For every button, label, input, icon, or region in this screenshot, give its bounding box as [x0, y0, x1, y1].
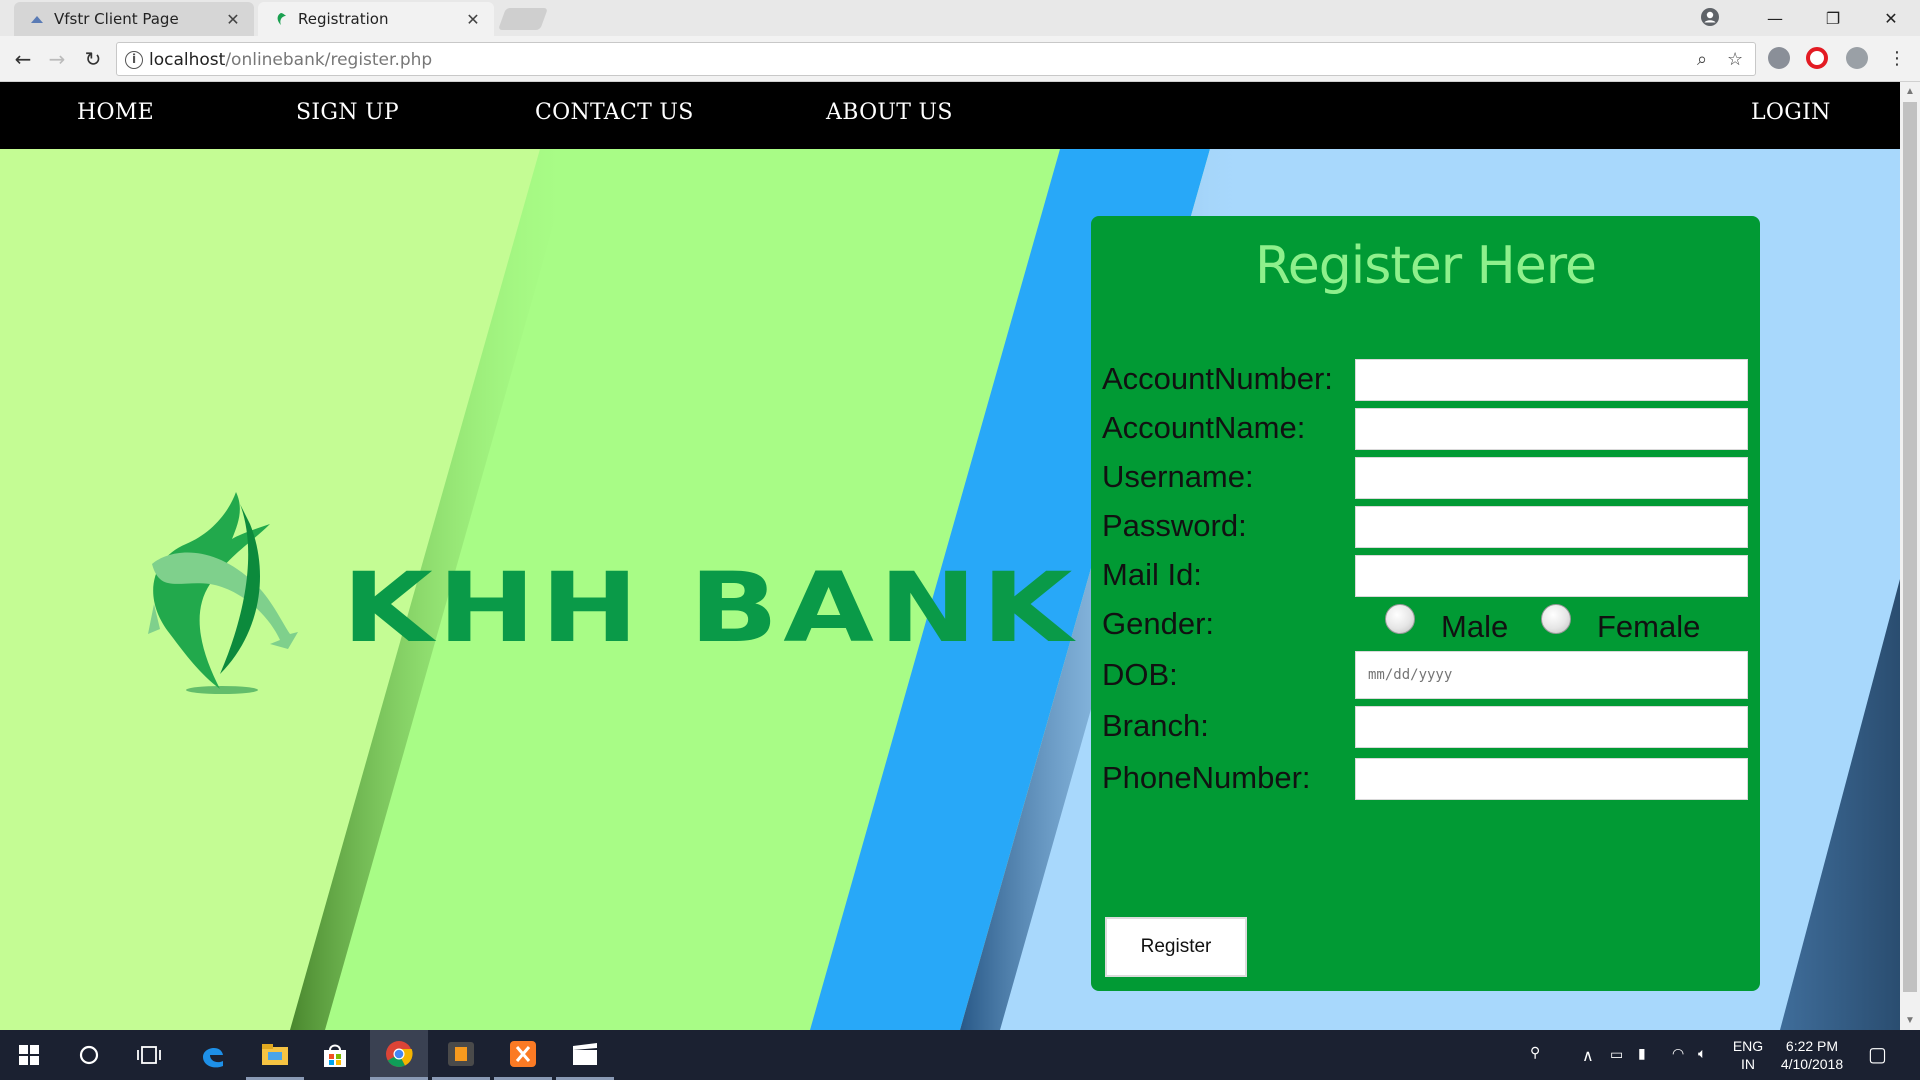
- gender-female-label: Female: [1597, 609, 1701, 644]
- password-input[interactable]: [1355, 506, 1748, 548]
- tab-close-icon[interactable]: ✕: [222, 10, 244, 29]
- task-view-icon[interactable]: [120, 1030, 178, 1080]
- phone-number-label: PhoneNumber:: [1102, 760, 1311, 795]
- address-bar-url: localhost/onlinebank/register.php: [149, 50, 433, 70]
- extension-icon[interactable]: [1768, 47, 1790, 69]
- bank-logo-emblem: [148, 492, 298, 694]
- store-icon[interactable]: [306, 1030, 364, 1080]
- browser-toolbar: ← → ↻ i localhost/onlinebank/register.ph…: [0, 36, 1920, 82]
- edge-browser-icon[interactable]: [184, 1030, 242, 1080]
- media-player-icon[interactable]: [556, 1030, 614, 1080]
- bank-logo-text: KHH BANK: [342, 552, 1078, 664]
- sublime-text-icon[interactable]: [432, 1030, 490, 1080]
- windows-start-icon[interactable]: [0, 1030, 58, 1080]
- gender-female-radio[interactable]: [1541, 604, 1571, 634]
- tab-close-icon[interactable]: ✕: [462, 10, 484, 29]
- account-name-input[interactable]: [1355, 408, 1748, 450]
- clock-date: 4/10/2018: [1780, 1056, 1844, 1072]
- scrollbar-thumb[interactable]: [1903, 102, 1917, 992]
- restore-icon[interactable]: ❐: [1804, 9, 1862, 28]
- branch-input[interactable]: [1355, 706, 1748, 748]
- nav-contact-us[interactable]: CONTACT US: [535, 100, 694, 125]
- opera-vpn-icon[interactable]: [1806, 47, 1828, 69]
- nav-home[interactable]: HOME: [77, 100, 154, 125]
- xampp-icon[interactable]: [494, 1030, 552, 1080]
- bank-favicon-icon: [277, 13, 286, 25]
- account-number-label: AccountNumber:: [1102, 361, 1333, 396]
- browser-tab-strip: Vfstr Client Page ✕ Registration ✕ — ❐ ✕: [0, 0, 1920, 36]
- site-favicon-icon: [31, 16, 43, 23]
- close-window-icon[interactable]: ✕: [1862, 9, 1920, 28]
- language-code: ENG: [1732, 1038, 1764, 1054]
- file-explorer-icon[interactable]: [246, 1030, 304, 1080]
- browser-tab-registration[interactable]: Registration ✕: [258, 2, 494, 36]
- password-label: Password:: [1102, 508, 1247, 543]
- menu-dots-icon[interactable]: ⋮: [1884, 46, 1910, 72]
- bookmark-star-icon[interactable]: ☆: [1727, 49, 1743, 70]
- nav-sign-up[interactable]: SIGN UP: [296, 100, 399, 125]
- registration-form: Register Here AccountNumber: AccountName…: [1091, 216, 1760, 991]
- battery-icon[interactable]: ▮: [1638, 1045, 1646, 1080]
- gender-male-label: Male: [1441, 609, 1509, 644]
- network-device-icon[interactable]: ▭: [1610, 1046, 1623, 1080]
- nav-login[interactable]: LOGIN: [1751, 100, 1831, 125]
- form-title: Register Here: [1255, 236, 1597, 296]
- nav-about-us[interactable]: ABOUT US: [826, 100, 953, 125]
- minimize-icon[interactable]: —: [1746, 9, 1804, 28]
- site-info-icon[interactable]: i: [125, 51, 143, 69]
- dob-label: DOB:: [1102, 657, 1178, 692]
- site-navbar: HOME SIGN UP CONTACT US ABOUT US LOGIN: [0, 82, 1900, 149]
- back-arrow-icon[interactable]: ←: [10, 46, 36, 72]
- register-button[interactable]: Register: [1105, 917, 1247, 977]
- cortana-icon[interactable]: [60, 1030, 118, 1080]
- branch-label: Branch:: [1102, 708, 1209, 743]
- account-number-input[interactable]: [1355, 359, 1748, 401]
- username-input[interactable]: [1355, 457, 1748, 499]
- clock-time: 6:22 PM: [1785, 1038, 1839, 1054]
- mail-id-input[interactable]: [1355, 555, 1748, 597]
- profile-icon[interactable]: [1700, 7, 1720, 27]
- show-hidden-icons-icon[interactable]: ∧: [1582, 1046, 1594, 1080]
- dob-date-input[interactable]: [1355, 651, 1748, 699]
- tab-title: Registration: [298, 10, 389, 28]
- volume-icon[interactable]: 🔈︎: [1698, 1045, 1706, 1080]
- mail-id-label: Mail Id:: [1102, 557, 1202, 592]
- gender-male-radio[interactable]: [1385, 604, 1415, 634]
- region-code: IN: [1741, 1056, 1755, 1072]
- gender-label: Gender:: [1102, 606, 1215, 641]
- action-center-icon[interactable]: ▢: [1868, 1042, 1887, 1080]
- tab-title: Vfstr Client Page: [54, 10, 179, 28]
- clock[interactable]: 6:22 PM 4/10/2018: [1772, 1037, 1852, 1080]
- scroll-up-icon[interactable]: ▲: [1900, 86, 1920, 97]
- zoom-icon[interactable]: ⌕: [1697, 49, 1707, 70]
- browser-tab-vfstr[interactable]: Vfstr Client Page ✕: [14, 2, 254, 36]
- globe-extension-icon[interactable]: [1846, 47, 1868, 69]
- people-icon[interactable]: ⚲: [1530, 1044, 1540, 1080]
- reload-icon[interactable]: ↻: [80, 46, 106, 72]
- phone-number-input[interactable]: [1355, 758, 1748, 800]
- scroll-down-icon[interactable]: ▼: [1900, 1015, 1920, 1026]
- page-scrollbar[interactable]: ▲ ▼: [1900, 82, 1920, 1030]
- page-viewport: HOME SIGN UP CONTACT US ABOUT US LOGIN K…: [0, 82, 1900, 1030]
- windows-taskbar: ⚲ ∧ ▭ ▮ ◠ 🔈︎ ENG IN 6:22 PM 4/10/2018 ▢: [0, 1030, 1920, 1080]
- new-tab-button[interactable]: [497, 8, 549, 30]
- account-name-label: AccountName:: [1102, 410, 1306, 445]
- language-indicator[interactable]: ENG IN: [1732, 1037, 1764, 1080]
- username-label: Username:: [1102, 459, 1254, 494]
- address-bar[interactable]: i localhost/onlinebank/register.php ⌕ ☆: [116, 42, 1756, 76]
- wifi-icon[interactable]: ◠: [1672, 1045, 1684, 1080]
- chrome-icon[interactable]: [370, 1030, 428, 1080]
- forward-arrow-icon[interactable]: →: [44, 46, 70, 72]
